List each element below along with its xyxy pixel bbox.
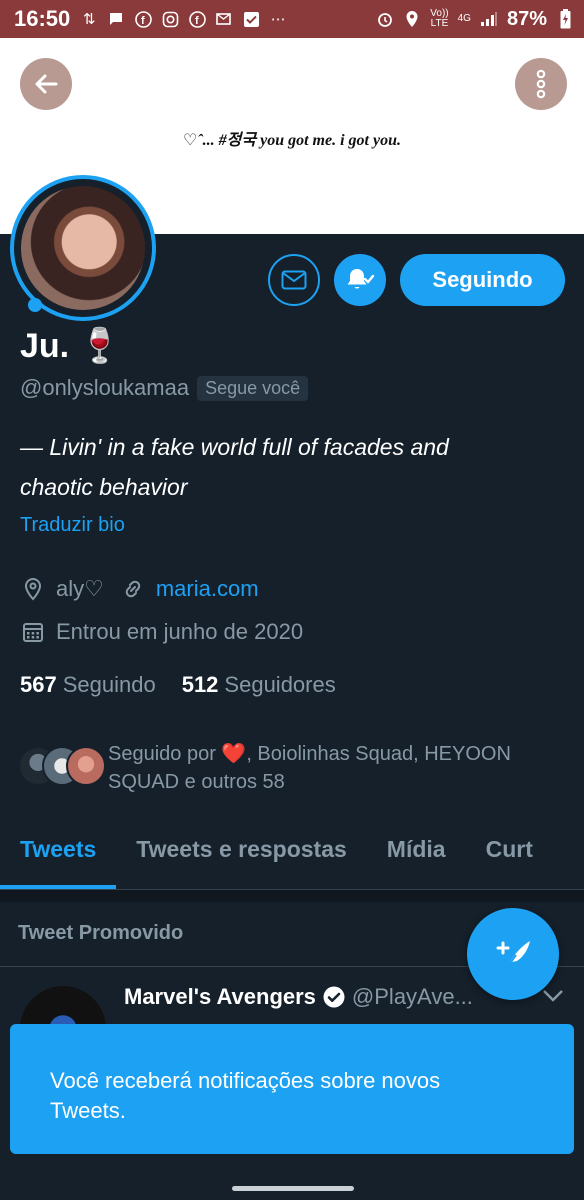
profile-bio: — Livin' in a fake world full of facades… (20, 427, 560, 507)
profile-name: Ju. 🍷 (20, 327, 121, 365)
follows-you-badge: Segue você (197, 375, 309, 401)
notifications-button[interactable] (334, 254, 386, 306)
status-time: 16:50 (14, 6, 71, 31)
joined-row: Entrou em junho de 2020 (20, 619, 303, 645)
banner-text: ♡ˆ... #정국 you got me. i got you. (183, 132, 401, 149)
following-label: Seguindo (62, 672, 156, 697)
back-button[interactable] (20, 58, 72, 110)
avatar-image (21, 186, 145, 310)
gesture-nav-bar[interactable] (232, 1186, 354, 1191)
notification-icons: ⇅ f f ⋯ (80, 10, 287, 28)
svg-text:f: f (195, 15, 199, 27)
followers-count: 512 (181, 672, 219, 697)
message-icon (107, 10, 125, 28)
signal-icon (480, 10, 498, 28)
followers-label: Seguidores (224, 672, 336, 697)
followers-stat[interactable]: 512 Seguidores (182, 672, 336, 698)
follow-stats: 567 Seguindo 512 Seguidores (20, 672, 336, 698)
network-type: 4G (457, 13, 471, 24)
section-divider (0, 890, 584, 902)
following-stat[interactable]: 567 Seguindo (20, 672, 156, 698)
envelope-icon (281, 270, 307, 290)
arrow-left-icon (35, 74, 58, 94)
volte-bottom: LTE (430, 18, 449, 29)
verified-badge-icon (323, 986, 345, 1008)
more-notifications-icon: ⋯ (270, 11, 286, 28)
bell-check-icon (347, 269, 375, 289)
tab-tweets-and-replies[interactable]: Tweets e respostas (116, 822, 367, 889)
profile-location: aly♡ (56, 576, 104, 601)
following-button[interactable]: Seguindo (400, 254, 565, 306)
translate-bio-link[interactable]: Traduzir bio (20, 514, 125, 537)
mutual-avatar (66, 746, 106, 786)
mail-settings-icon (215, 10, 233, 28)
followed-by-line-1: Seguido por ❤️, Boiolinhas Squad, HEYOON (108, 743, 511, 765)
followed-by-row[interactable]: Seguido por ❤️, Boiolinhas Squad, HEYOON… (18, 740, 568, 796)
profile-website[interactable]: maria.com (156, 576, 259, 602)
location-icon (403, 10, 421, 28)
link-icon (120, 576, 146, 602)
followed-by-text: Seguido por ❤️, Boiolinhas Squad, HEYOON… (108, 740, 568, 796)
profile-joined: Entrou em junho de 2020 (56, 619, 304, 644)
location-row: aly♡ maria.com (20, 576, 259, 602)
svg-text:f: f (141, 15, 145, 27)
bottom-area (0, 1164, 584, 1200)
instagram-icon (161, 10, 179, 28)
promoted-tweet-label: Tweet Promovido (18, 922, 184, 944)
facebook-icon-2: f (188, 10, 206, 28)
toast-line-2: Tweets. (50, 1098, 126, 1123)
status-bar: 16:50 ⇅ f f ⋯ Vo)) LTE 4G 87% (0, 0, 584, 38)
compose-tweet-button[interactable] (467, 908, 559, 1000)
more-vertical-icon (536, 69, 546, 99)
handle-row: @onlysloukamaa Segue você (20, 375, 309, 401)
tab-tweets[interactable]: Tweets (0, 822, 117, 889)
alarm-icon (376, 10, 394, 28)
transfer-icon: ⇅ (82, 11, 96, 28)
more-options-button[interactable] (515, 58, 567, 110)
message-button[interactable] (268, 254, 320, 306)
tab-media[interactable]: Mídia (367, 822, 466, 889)
location-pin-icon (20, 576, 46, 602)
bio-line-1: — Livin' in a fake world full of facades… (20, 434, 449, 460)
feather-plus-icon (496, 941, 530, 970)
notification-toast: Você receberá notificações sobre novos T… (10, 1024, 574, 1154)
checkbox-icon (242, 10, 260, 28)
volte-indicator: Vo)) LTE (430, 9, 448, 29)
mutual-avatars (18, 746, 106, 790)
system-icons: Vo)) LTE 4G 87% (376, 8, 574, 31)
tab-likes[interactable]: Curt (466, 822, 553, 889)
profile-tabs: Tweets Tweets e respostas Mídia Curt (0, 822, 584, 890)
bio-line-2: chaotic behavior (20, 474, 188, 500)
fleet-indicator (28, 298, 42, 312)
tweet-author-handle: @PlayAve... (351, 984, 473, 1009)
battery-percent: 87% (506, 7, 547, 30)
tweet-menu-chevron-icon[interactable] (542, 986, 564, 1009)
profile-handle: @onlysloukamaa (20, 375, 190, 400)
calendar-icon (20, 619, 46, 645)
facebook-icon: f (134, 10, 152, 28)
toast-line-1: Você receberá notificações sobre novos (50, 1068, 441, 1093)
battery-icon (556, 9, 574, 29)
followed-by-line-2: SQUAD e outros 58 (108, 771, 285, 793)
following-count: 567 (20, 672, 57, 697)
tweet-author-name[interactable]: Marvel's Avengers (124, 984, 316, 1010)
